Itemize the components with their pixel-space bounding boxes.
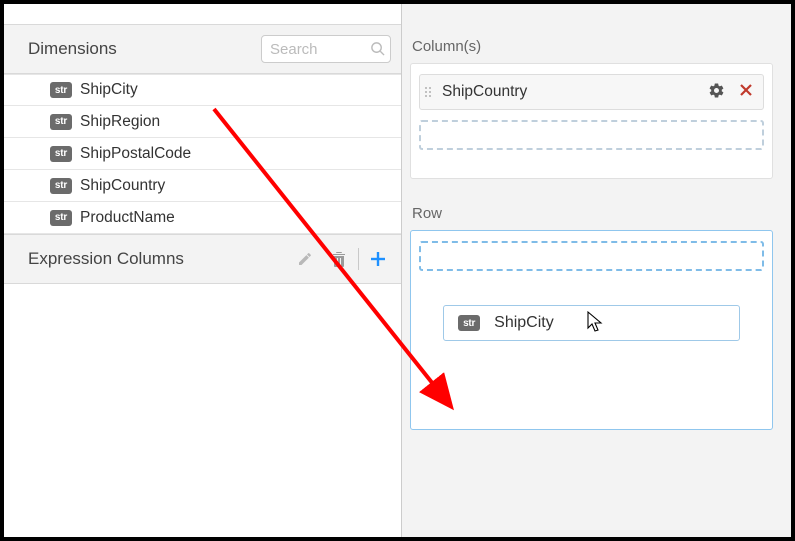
- right-top-spacer: [410, 4, 773, 24]
- search-wrap: [261, 35, 391, 63]
- column-chip-shipcountry[interactable]: ShipCountry: [419, 74, 764, 110]
- close-icon: [739, 83, 753, 97]
- expression-columns-header: Expression Columns: [4, 234, 401, 284]
- row-section-title: Row: [412, 205, 773, 222]
- pencil-icon: [297, 251, 313, 267]
- chip-label: ShipCountry: [436, 83, 708, 101]
- type-badge-str: str: [50, 178, 72, 194]
- plus-icon: [369, 250, 387, 268]
- dimension-item-productname[interactable]: str ProductName: [4, 202, 401, 234]
- add-expression-button[interactable]: [361, 245, 395, 273]
- dimension-label: ShipPostalCode: [80, 145, 191, 163]
- dimension-item-shipregion[interactable]: str ShipRegion: [4, 106, 401, 138]
- trash-icon: [331, 251, 347, 268]
- dimension-item-shippostalcode[interactable]: str ShipPostalCode: [4, 138, 401, 170]
- dimension-item-shipcity[interactable]: str ShipCity: [4, 74, 401, 106]
- chip-remove-button[interactable]: [739, 83, 753, 101]
- columns-drop-zone[interactable]: ShipCountry: [410, 63, 773, 179]
- right-panel: Column(s) ShipCountry: [402, 4, 791, 537]
- delete-expression-button[interactable]: [322, 245, 356, 273]
- type-badge-str: str: [50, 114, 72, 130]
- dimension-item-shipcountry[interactable]: str ShipCountry: [4, 170, 401, 202]
- type-badge-str: str: [50, 146, 72, 162]
- columns-section-title: Column(s): [412, 38, 773, 55]
- row-empty-slot[interactable]: [419, 241, 764, 271]
- type-badge-str: str: [50, 82, 72, 98]
- dragging-chip-label: ShipCity: [494, 314, 554, 332]
- drag-handle-icon[interactable]: [420, 75, 436, 109]
- edit-expression-button[interactable]: [288, 245, 322, 273]
- search-input[interactable]: [261, 35, 391, 63]
- expression-columns-title: Expression Columns: [28, 249, 288, 269]
- chip-actions: [708, 82, 753, 103]
- dimension-label: ProductName: [80, 209, 175, 227]
- gear-icon: [708, 82, 725, 99]
- divider: [358, 248, 359, 270]
- type-badge-str: str: [458, 315, 480, 331]
- dimensions-title: Dimensions: [28, 39, 117, 59]
- left-panel: Dimensions str ShipCity str ShipRegion s…: [4, 4, 402, 537]
- dimension-label: ShipCountry: [80, 177, 165, 195]
- columns-empty-slot[interactable]: [419, 120, 764, 150]
- dimensions-header: Dimensions: [4, 24, 401, 74]
- dimension-label: ShipRegion: [80, 113, 160, 131]
- dimension-label: ShipCity: [80, 81, 138, 99]
- type-badge-str: str: [50, 210, 72, 226]
- chip-settings-button[interactable]: [708, 82, 725, 103]
- row-drop-zone[interactable]: str ShipCity: [410, 230, 773, 430]
- dimensions-list: str ShipCity str ShipRegion str ShipPost…: [4, 74, 401, 234]
- dragging-chip-shipcity[interactable]: str ShipCity: [443, 305, 740, 341]
- cursor-icon: [586, 310, 606, 334]
